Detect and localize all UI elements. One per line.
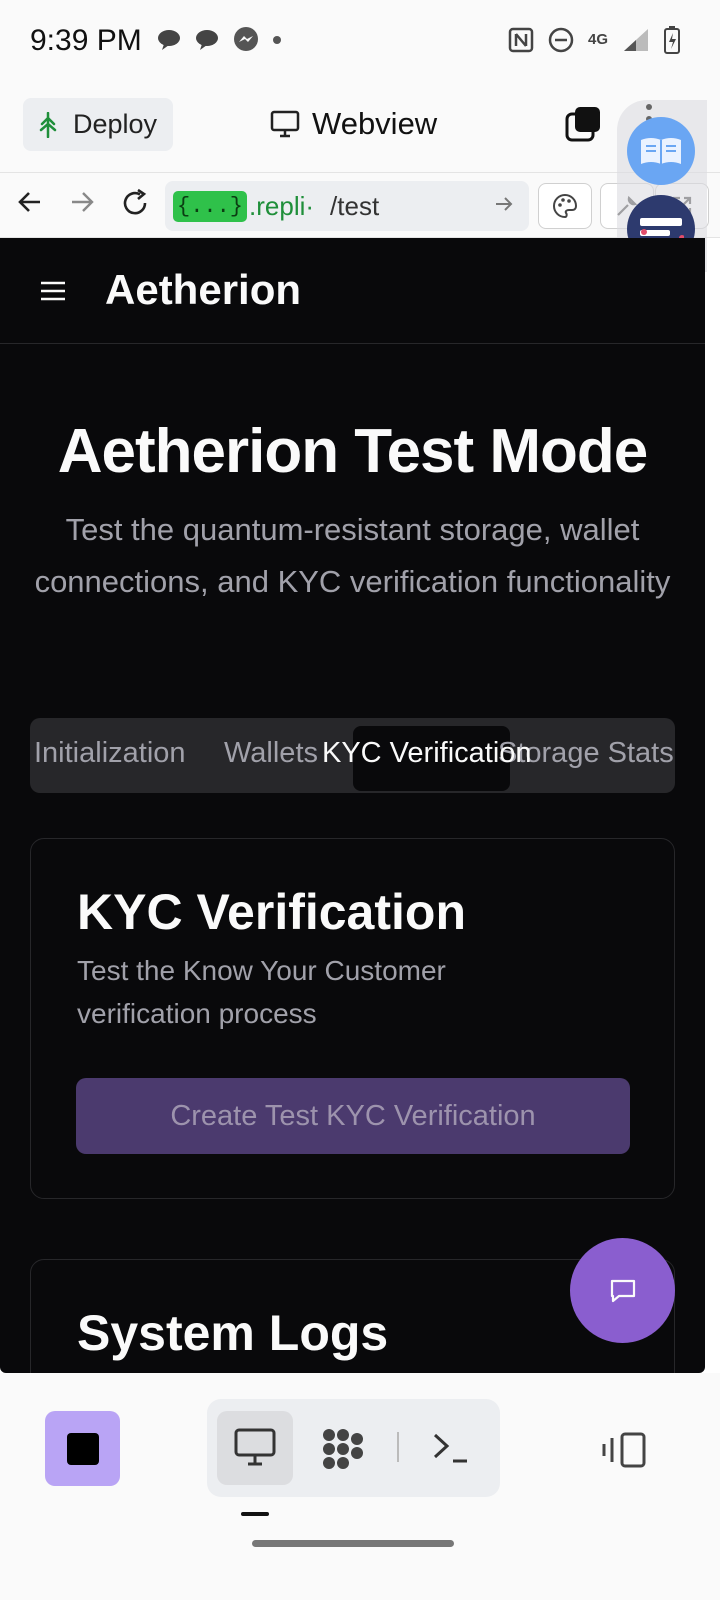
url-input[interactable]: {...} .repli· /test xyxy=(165,181,529,231)
chat-fab-button[interactable] xyxy=(570,1238,675,1343)
url-bar: {...} .repli· /test xyxy=(0,173,720,238)
kyc-card: KYC Verification Test the Know Your Cust… xyxy=(30,838,675,1199)
kyc-card-title: KYC Verification xyxy=(77,884,466,940)
view-switcher xyxy=(207,1399,500,1497)
test-tabs: Initialization Wallets Storage Stats KYC… xyxy=(30,718,675,793)
stop-icon xyxy=(66,1432,99,1465)
deploy-label: Deploy xyxy=(73,109,158,139)
webview-label: Webview xyxy=(312,106,438,141)
deploy-icon xyxy=(39,111,57,138)
messenger-icon xyxy=(234,27,258,51)
home-indicator[interactable] xyxy=(252,1540,454,1547)
layout-panel-icon[interactable] xyxy=(602,1432,646,1468)
page-subtitle: Test the quantum-resistant storage, wall… xyxy=(34,512,671,599)
palette-icon xyxy=(553,193,578,219)
theme-palette-button[interactable] xyxy=(538,183,592,229)
reader-bubble[interactable] xyxy=(627,117,695,185)
stop-button[interactable] xyxy=(45,1411,120,1486)
chat-icon xyxy=(610,1279,635,1302)
status-bar: 9:39 PM 4G xyxy=(0,0,720,78)
system-logs-title: System Logs xyxy=(77,1305,389,1361)
deploy-button[interactable]: Deploy xyxy=(23,98,173,151)
chat-bubble-icon xyxy=(196,30,218,50)
replit-agent-icon[interactable] xyxy=(320,1427,366,1471)
monitor-icon xyxy=(270,110,300,138)
app-brand: Aetherion xyxy=(105,266,302,313)
workspace-top-bar: Deploy Webview xyxy=(0,78,720,173)
repl-badge: {...} xyxy=(173,190,248,222)
chat-bubble-icon xyxy=(158,30,180,50)
forward-arrow-icon[interactable] xyxy=(68,188,96,216)
back-arrow-icon[interactable] xyxy=(16,188,44,216)
dot-icon xyxy=(273,36,281,44)
hamburger-menu-icon[interactable] xyxy=(40,280,66,302)
tab-wallets[interactable]: Wallets xyxy=(224,737,318,770)
status-time: 9:39 PM xyxy=(30,24,142,57)
reload-icon[interactable] xyxy=(120,188,150,218)
open-book-icon xyxy=(641,138,681,164)
app-header: Aetherion xyxy=(0,238,705,344)
kyc-card-description: Test the Know Your Customer verification… xyxy=(77,955,446,1029)
tab-kyc-verification[interactable]: KYC Verification xyxy=(322,737,532,770)
4g-lte-icon: 4G xyxy=(587,31,608,48)
url-host: .repli· xyxy=(249,190,315,221)
active-view-indicator xyxy=(241,1512,269,1516)
do-not-disturb-icon xyxy=(548,27,574,53)
create-test-kyc-button[interactable]: Create Test KYC Verification xyxy=(76,1078,630,1154)
nfc-icon xyxy=(508,27,534,53)
tab-initialization[interactable]: Initialization xyxy=(34,737,186,770)
tabs-switcher-icon[interactable] xyxy=(565,106,601,142)
go-arrow-icon[interactable] xyxy=(493,193,515,215)
webview-content: Aetherion Aetherion Test Mode Test the q… xyxy=(0,238,705,1373)
system-icons: 4G xyxy=(508,26,680,54)
page-title: Aetherion Test Mode xyxy=(57,417,649,486)
workspace-bottom-bar xyxy=(0,1373,720,1600)
terminal-icon[interactable] xyxy=(431,1427,471,1467)
webview-tab[interactable]: Webview xyxy=(270,106,437,142)
signal-icon xyxy=(624,29,648,51)
battery-icon xyxy=(664,26,680,54)
notification-icons xyxy=(156,26,282,54)
monitor-icon[interactable] xyxy=(234,1427,276,1467)
url-path: /test xyxy=(330,190,380,221)
segment-divider xyxy=(397,1432,399,1462)
